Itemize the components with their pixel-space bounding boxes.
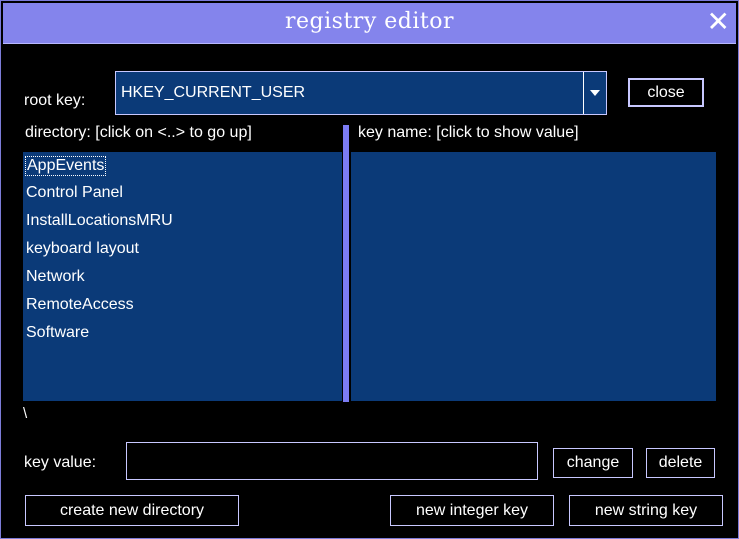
new-integer-key-button[interactable]: new integer key bbox=[390, 495, 554, 526]
key-name-list[interactable] bbox=[351, 152, 716, 401]
directory-item-installlocationsmru[interactable]: InstallLocationsMRU bbox=[26, 212, 173, 230]
close-button[interactable]: close bbox=[628, 78, 704, 107]
key-value-input[interactable] bbox=[126, 442, 538, 480]
directory-item-control-panel[interactable]: Control Panel bbox=[26, 184, 123, 202]
chevron-down-icon bbox=[590, 90, 600, 96]
registry-editor-window: registry editor ✕ root key: HKEY_CURRENT… bbox=[0, 0, 739, 539]
panel-splitter[interactable] bbox=[343, 125, 349, 402]
root-key-dropdown[interactable]: HKEY_CURRENT_USER bbox=[115, 71, 607, 115]
dropdown-arrow-button[interactable] bbox=[583, 72, 606, 114]
create-new-directory-button[interactable]: create new directory bbox=[25, 495, 239, 526]
directory-item-appevents[interactable]: AppEvents bbox=[25, 156, 107, 176]
directory-item-software[interactable]: Software bbox=[26, 324, 89, 342]
directory-item-remoteaccess[interactable]: RemoteAccess bbox=[26, 296, 134, 314]
root-key-value: HKEY_CURRENT_USER bbox=[121, 84, 306, 101]
root-key-label: root key: bbox=[24, 92, 86, 109]
directory-item-network[interactable]: Network bbox=[26, 268, 85, 286]
change-button[interactable]: change bbox=[553, 448, 633, 478]
title-bar[interactable]: registry editor ✕ bbox=[3, 3, 736, 44]
close-icon[interactable]: ✕ bbox=[707, 6, 730, 38]
directory-item-keyboard-layout[interactable]: keyboard layout bbox=[26, 240, 139, 258]
key-value-label: key value: bbox=[24, 454, 97, 471]
directory-list[interactable]: AppEvents Control Panel InstallLocations… bbox=[23, 152, 342, 401]
delete-button[interactable]: delete bbox=[646, 448, 715, 478]
directory-header: directory: [click on <..> to go up] bbox=[25, 124, 252, 141]
key-name-header: key name: [click to show value] bbox=[358, 124, 579, 141]
window-title: registry editor bbox=[285, 9, 454, 34]
current-path: \ bbox=[23, 405, 28, 422]
new-string-key-button[interactable]: new string key bbox=[569, 495, 723, 526]
